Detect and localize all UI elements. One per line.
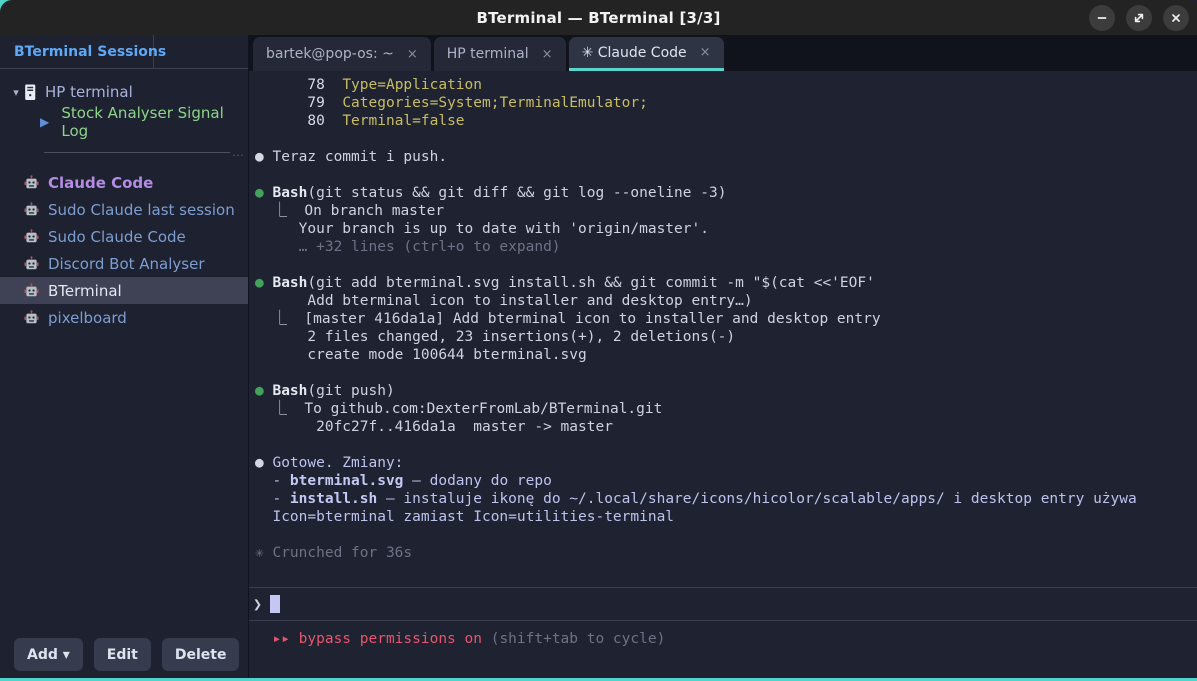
tab-bartek-pop-os[interactable]: bartek@pop-os: ~ ×: [253, 37, 431, 71]
terminal-line: ⎿ On branch master: [255, 202, 1197, 220]
maximize-button[interactable]: [1126, 5, 1152, 31]
divider-dots: …: [232, 149, 244, 155]
permissions-status: ▸▸ bypass permissions on (shift+tab to c…: [255, 630, 1197, 648]
tab-label: bartek@pop-os: ~: [266, 46, 394, 62]
session-label: pixelboard: [48, 309, 127, 327]
robot-icon: [24, 283, 39, 298]
terminal-output[interactable]: 78 Type=Application 79 Categories=System…: [249, 71, 1197, 681]
session-label: Claude Code: [48, 174, 153, 192]
tab-bar: bartek@pop-os: ~×HP terminal×✳ Claude Co…: [249, 35, 1197, 71]
tree-divider: …: [0, 143, 248, 161]
robot-icon: [24, 202, 39, 217]
terminal-line: ● Bash(git add bterminal.svg install.sh …: [255, 274, 1197, 292]
session-label: Sudo Claude last session: [48, 201, 235, 219]
collapse-arrow-icon[interactable]: ▾: [8, 86, 24, 99]
session-label: BTerminal: [48, 282, 122, 300]
robot-icon: [24, 310, 39, 325]
close-button[interactable]: [1163, 5, 1189, 31]
tab-close-icon[interactable]: ×: [542, 47, 553, 62]
tree-item-stock-analyser-signal-log[interactable]: ▶ Stock Analyser Signal Log: [0, 107, 248, 137]
terminal-line: [255, 436, 1197, 454]
minimize-button[interactable]: [1089, 5, 1115, 31]
terminal-line: - install.sh — instaluje ikonę do ~/.loc…: [255, 490, 1197, 508]
titlebar[interactable]: BTerminal — BTerminal [3/3]: [0, 0, 1197, 35]
close-icon: [1169, 11, 1183, 25]
terminal-line: [255, 256, 1197, 274]
text-cursor: [270, 595, 280, 613]
prompt-input[interactable]: ❯: [249, 587, 1197, 621]
terminal-line: create mode 100644 bterminal.svg: [255, 346, 1197, 364]
tree-item-label: HP terminal: [45, 83, 133, 101]
delete-button[interactable]: Delete: [162, 638, 240, 671]
robot-icon: [24, 256, 39, 271]
sessions-sidebar: BTerminal Sessions ▾ HP terminal ▶ Stock…: [0, 35, 249, 681]
sidebar-item-pixelboard[interactable]: pixelboard: [0, 304, 248, 331]
terminal-line: - bterminal.svg — dodany do repo: [255, 472, 1197, 490]
tab-close-icon[interactable]: ×: [407, 47, 418, 62]
terminal-line: ● Bash(git status && git diff && git log…: [255, 184, 1197, 202]
expand-arrow-icon[interactable]: ▶: [40, 115, 55, 129]
window-title: BTerminal — BTerminal [3/3]: [476, 9, 720, 27]
edit-button[interactable]: Edit: [94, 638, 151, 671]
session-label: Sudo Claude Code: [48, 228, 186, 246]
tab-claude-code[interactable]: ✳ Claude Code ×: [569, 37, 724, 71]
sidebar-item-sudo-claude-last-session[interactable]: Sudo Claude last session: [0, 196, 248, 223]
tab-label: ✳ Claude Code: [582, 45, 687, 61]
session-tree: ▾ HP terminal ▶ Stock Analyser Signal Lo…: [0, 69, 248, 161]
terminal-line: Your branch is up to date with 'origin/m…: [255, 220, 1197, 238]
tree-item-label: Stock Analyser Signal Log: [61, 104, 248, 140]
terminal-line: [255, 130, 1197, 148]
terminal-line: 78 Type=Application: [255, 76, 1197, 94]
window-controls: [1089, 0, 1189, 35]
terminal-line: [255, 364, 1197, 382]
tree-item-hp-terminal[interactable]: ▾ HP terminal: [0, 77, 248, 107]
terminal-line: ⎿ [master 416da1a] Add bterminal icon to…: [255, 310, 1197, 328]
add-button[interactable]: Add ▾: [14, 638, 83, 671]
tab-hp-terminal[interactable]: HP terminal ×: [434, 37, 566, 71]
session-label: Discord Bot Analyser: [48, 255, 204, 273]
terminal-line: Add bterminal icon to installer and desk…: [255, 292, 1197, 310]
sidebar-buttons: Add ▾ Edit Delete: [0, 638, 248, 681]
terminal-line: ● Teraz commit i push.: [255, 148, 1197, 166]
robot-icon: [24, 229, 39, 244]
tab-label: HP terminal: [447, 46, 529, 62]
prompt-icon: ❯: [253, 595, 262, 613]
maximize-icon: [1132, 11, 1146, 25]
terminal-line: 80 Terminal=false: [255, 112, 1197, 130]
session-list: Claude Code Sudo Claude last session Sudo …: [0, 169, 248, 331]
sidebar-header: BTerminal Sessions: [0, 35, 248, 69]
sidebar-item-claude-code[interactable]: Claude Code: [0, 169, 248, 196]
terminal-line: [255, 526, 1197, 544]
sidebar-header-label: BTerminal Sessions: [0, 44, 166, 60]
minimize-icon: [1095, 11, 1109, 25]
terminal-line: ⎿ To github.com:DexterFromLab/BTerminal.…: [255, 400, 1197, 418]
terminal-line: 20fc27f..416da1a master -> master: [255, 418, 1197, 436]
tab-close-icon[interactable]: ×: [700, 45, 711, 60]
terminal-line: ● Bash(git push): [255, 382, 1197, 400]
terminal-line: 79 Categories=System;TerminalEmulator;: [255, 94, 1197, 112]
terminal-line: Icon=bterminal zamiast Icon=utilities-te…: [255, 508, 1197, 526]
sidebar-item-discord-bot-analyser[interactable]: Discord Bot Analyser: [0, 250, 248, 277]
sidebar-item-sudo-claude-code[interactable]: Sudo Claude Code: [0, 223, 248, 250]
computer-icon: [24, 84, 37, 101]
terminal-lines: 78 Type=Application 79 Categories=System…: [255, 76, 1197, 562]
terminal-line: [255, 166, 1197, 184]
terminal-line: ✳ Crunched for 36s: [255, 544, 1197, 562]
terminal-line: … +32 lines (ctrl+o to expand): [255, 238, 1197, 256]
sidebar-item-bterminal[interactable]: BTerminal: [0, 277, 248, 304]
terminal-line: ● Gotowe. Zmiany:: [255, 454, 1197, 472]
terminal-line: 2 files changed, 23 insertions(+), 2 del…: [255, 328, 1197, 346]
robot-icon: [24, 175, 39, 190]
